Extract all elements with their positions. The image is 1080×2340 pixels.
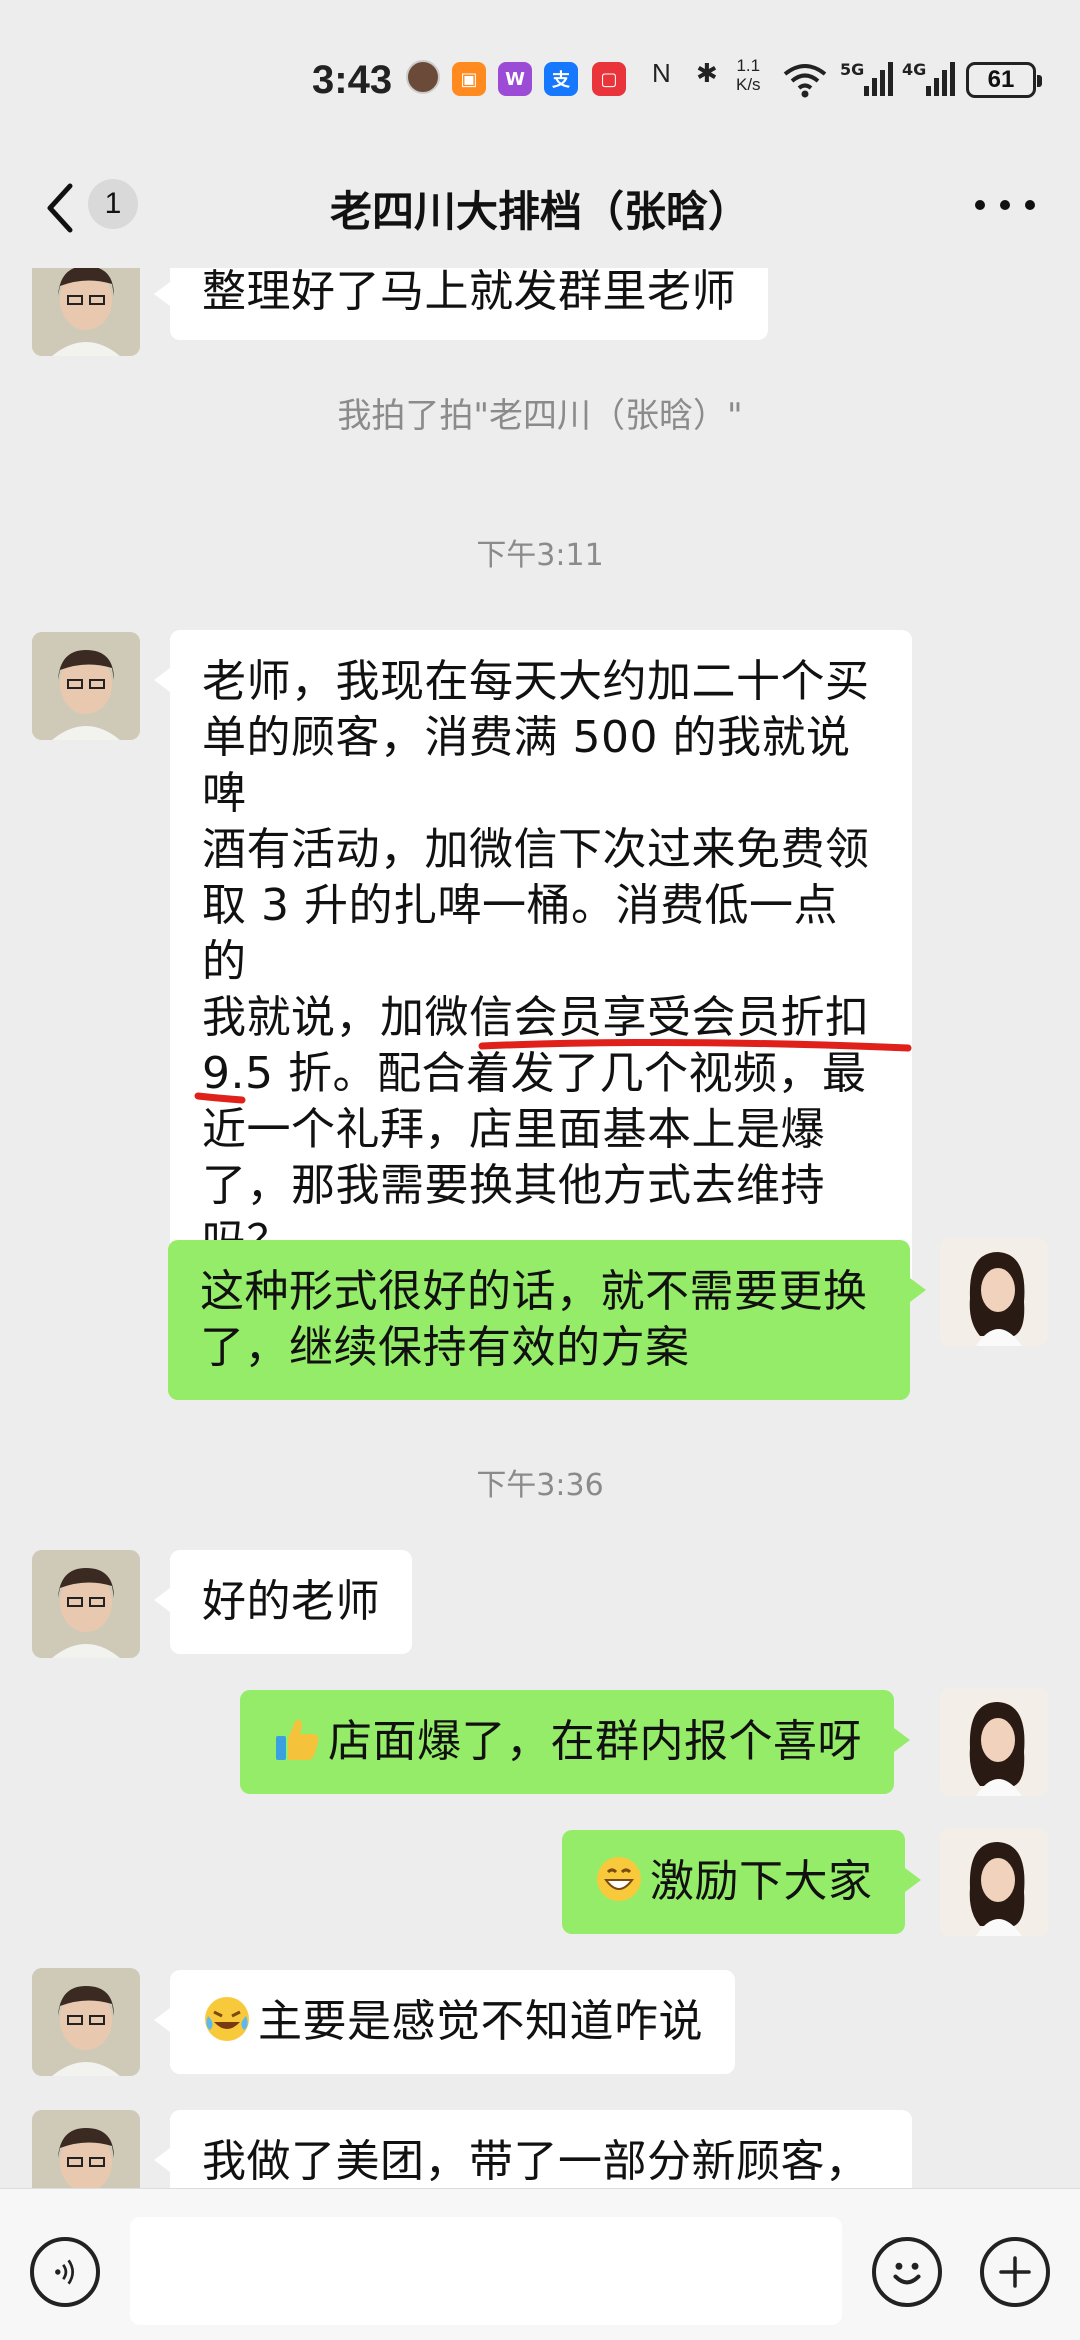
red-app-icon: ▢ <box>592 62 626 96</box>
taobao-icon: ▣ <box>452 62 486 96</box>
message-input[interactable] <box>130 2217 842 2325</box>
add-attachment-icon[interactable] <box>980 2237 1050 2307</box>
message-text: 店面爆了，在群内报个喜呀 <box>328 1716 862 1767</box>
red-underline-annotation <box>194 1038 912 1104</box>
input-bar <box>0 2188 1080 2340</box>
message-timestamp: 下午3:11 <box>476 538 604 573</box>
more-options-icon[interactable] <box>975 190 1035 220</box>
self-avatar[interactable] <box>940 1828 1048 1936</box>
self-avatar[interactable] <box>940 1688 1048 1796</box>
crying-laughing-emoji-icon <box>205 1997 249 2041</box>
alipay-icon: 支 <box>544 62 578 96</box>
self-avatar[interactable] <box>940 1238 1048 1346</box>
message-line: 单的顾客，消费满 500 的我就说啤 <box>202 712 851 819</box>
wifi-icon <box>783 64 827 98</box>
message-bubble-incoming[interactable]: 主要是感觉不知道咋说 <box>154 1970 735 2074</box>
thumbs-up-icon <box>276 1719 319 1760</box>
message-line: 了，继续保持有效的方案 <box>200 1322 690 1373</box>
signal-bars-icon <box>864 62 893 96</box>
contact-avatar[interactable] <box>32 2110 140 2188</box>
chat-title: 老四川大排档（张晗） <box>329 187 750 236</box>
message-text: 主要是感觉不知道咋说 <box>258 1996 703 2047</box>
chat-message-list[interactable]: 整理好了马上就发群里老师 我拍了拍"老四川（张晗）" 下午3:11 老师，我现在… <box>0 268 1080 2188</box>
signal-4g-label: 4G <box>902 60 927 79</box>
message-line: 取 3 升的扎啤一桶。消费低一点的 <box>202 880 838 987</box>
status-bar: 3:43 ▣ W 支 ▢ N ✱ 1.1 K/s 5G 4G 61 <box>0 0 1080 150</box>
grin-emoji-icon <box>597 1857 641 1901</box>
chat-header: 1 老四川大排档（张晗） <box>0 150 1080 268</box>
message-bubble-outgoing[interactable]: 这种形式很好的话，就不需要更换 了，继续保持有效的方案 <box>168 1240 926 1400</box>
contact-avatar[interactable] <box>32 1968 140 2076</box>
signal-5g-label: 5G <box>840 60 865 79</box>
contact-avatar[interactable] <box>32 632 140 740</box>
message-line: 了，那我需要换其他方式去维持 <box>202 1160 825 1211</box>
message-bubble-incoming[interactable]: 好的老师 <box>154 1550 412 1654</box>
message-bubble-outgoing[interactable]: 激励下大家 <box>562 1830 920 1934</box>
message-bubble-incoming[interactable]: 整理好了马上就发群里老师 <box>154 268 768 340</box>
system-pat-notice: 我拍了拍"老四川（张晗）" <box>337 396 743 436</box>
emoji-picker-icon[interactable] <box>872 2237 942 2307</box>
status-avatar-icon <box>406 60 440 94</box>
bluetooth-icon: ✱ <box>696 58 718 88</box>
message-timestamp: 下午3:36 <box>476 1468 604 1503</box>
message-bubble-outgoing[interactable]: 店面爆了，在群内报个喜呀 <box>240 1690 910 1794</box>
contact-avatar[interactable] <box>32 1550 140 1658</box>
voice-input-icon[interactable] <box>30 2237 100 2307</box>
message-line: 酒有活动，加微信下次过来免费领 <box>202 824 870 875</box>
battery-indicator: 61 <box>966 62 1042 98</box>
nfc-icon: N <box>652 58 671 88</box>
net-speed: 1.1 K/s <box>736 56 761 94</box>
message-line: 这种形式很好的话，就不需要更换 <box>200 1266 868 1317</box>
status-time: 3:43 <box>312 58 393 102</box>
message-bubble-incoming[interactable]: 老师，我现在每天大约加二十个买 单的顾客，消费满 500 的我就说啤 酒有活动，… <box>154 630 912 1294</box>
message-line: 老师，我现在每天大约加二十个买 <box>202 656 870 707</box>
message-text: 激励下大家 <box>650 1856 873 1907</box>
weibo-icon: W <box>498 62 532 96</box>
signal-bars-icon-2 <box>926 62 955 96</box>
message-bubble-incoming[interactable]: 我做了美团，带了一部分新顾客， <box>154 2110 912 2188</box>
contact-avatar[interactable] <box>32 268 140 356</box>
